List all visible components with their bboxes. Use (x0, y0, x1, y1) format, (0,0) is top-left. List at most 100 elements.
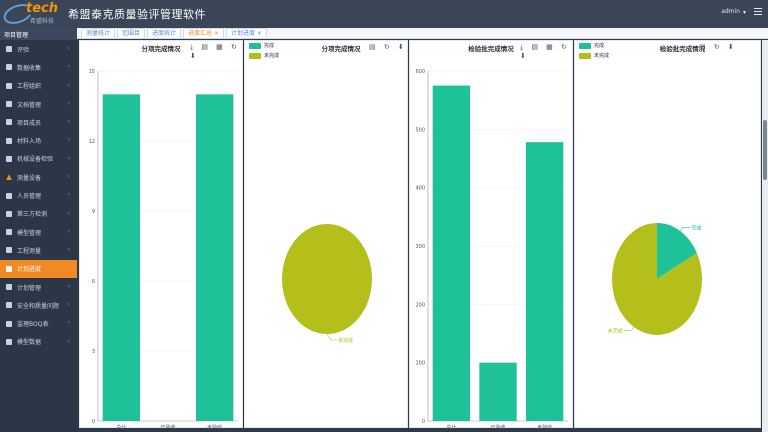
calendar-icon (6, 284, 12, 290)
hamburger-menu-icon[interactable] (754, 8, 762, 16)
logo: tech 希盟科技 (0, 0, 66, 28)
tab[interactable]: 进度统计 (147, 28, 182, 38)
y-tick-label: 300 (415, 244, 425, 250)
sidebar-item[interactable]: 工程组织 › (0, 77, 77, 95)
y-tick-label: 9 (92, 209, 95, 215)
sidebar-item-label: 工程组织 (17, 83, 42, 91)
warning-icon (6, 174, 12, 181)
sidebar-item[interactable]: 第三方检测 › (0, 205, 77, 223)
sidebar-item-label: 模型数据 (17, 339, 42, 347)
sidebar-list: 评验 › 数据收集 › 工程组织 › 文档管理 › 项目成员 › 材料入场 › 机械设备检验 › 测量设备 ›… (0, 40, 77, 351)
y-tick-label: 600 (415, 69, 425, 75)
chevron-right-icon: › (67, 227, 70, 235)
page-scrollbar-track[interactable] (762, 40, 768, 432)
app-title: 希盟泰克质量验评管理软件 (68, 8, 206, 21)
sidebar-item-label: 人员管理 (17, 193, 42, 201)
gear-icon (6, 64, 12, 71)
gear-icon (6, 265, 12, 272)
globe-icon (6, 210, 12, 217)
panel-pie-jianyanpi: 完成 未完成 检验批完成情况 ▤ ↻ ⬇ 完成 未完成 (574, 40, 761, 428)
sidebar-item-label: 数据收集 (17, 64, 42, 72)
sidebar-item[interactable]: 监理BOQ表 › (0, 314, 77, 332)
bar-chart-fenxiang: 0 3 6 9 12 15 总计 已验收 未验收 (89, 69, 238, 429)
user-caret-icon[interactable]: ▾ (743, 9, 746, 16)
sidebar-item-label: 评验 (17, 46, 30, 54)
tab[interactable]: 进度汇总 × (183, 28, 224, 38)
chevron-right-icon: › (67, 99, 70, 107)
sidebar-item-label: 材料入场 (17, 138, 42, 146)
tab[interactable]: 计划进度 × (226, 28, 267, 38)
sidebar-item-label: 安全和质量问题 (17, 302, 60, 310)
sidebar-item[interactable]: 计划进度 › (0, 259, 77, 278)
sidebar-item[interactable]: 模型数据 › (0, 333, 77, 351)
page-scrollbar-thumb[interactable] (763, 120, 767, 180)
y-tick-label: 0 (422, 419, 425, 425)
x-tick-label: 总计 (446, 424, 456, 429)
sidebar-item[interactable]: 材料入场 › (0, 131, 77, 149)
sidebar-item-label: 机械设备检验 (17, 156, 54, 164)
hierarchy-icon (6, 82, 12, 89)
gear-icon (6, 46, 12, 53)
pie-label-line (623, 326, 634, 331)
pie-label: 未完成 (608, 327, 623, 334)
sidebar-item[interactable]: 机械设备检验 › (0, 150, 77, 168)
panel-bar-jianyanpi: 检验批完成情况 ⤓ ▤ ▦ ↻ ⬇ 0 100 200 300 400 500 600 总计已… (409, 40, 573, 429)
app-root: tech 希盟科技 希盟泰克质量验评管理软件 admin ▾ 项目管理 评验 › 数… (0, 0, 768, 432)
x-tick-label: 总计 (116, 424, 126, 429)
bar-chart-jianyanpi: 0 100 200 300 400 500 600 总计 已验收 未验收 (415, 69, 568, 429)
tab-label: 范围目 (122, 30, 141, 37)
chevron-right-icon: › (67, 264, 70, 272)
bar (479, 362, 517, 421)
sidebar-item-label: 项目成员 (17, 119, 42, 127)
chevron-right-icon: › (67, 45, 70, 52)
sidebar-item-label: 第三方检测 (17, 211, 48, 219)
chevron-right-icon: › (67, 319, 70, 327)
sidebar-item[interactable]: 项目成员 › (0, 113, 77, 131)
panel-bar-fenxiang: 分项完成情况 ⤓ ▤ ▦ ↻ ⬇ 0 3 6 9 12 15 总计 已验收 未验收 (79, 40, 243, 429)
sidebar-item-label: 监理BOQ表 (17, 321, 49, 329)
pie-chart-fenxiang: 未完成 (282, 224, 372, 344)
box-icon (6, 137, 12, 144)
sidebar-item-label: 模型管理 (17, 229, 42, 237)
tab-label: 计划进度 (231, 30, 256, 37)
logo-brand: tech (26, 1, 58, 16)
sidebar-item[interactable]: 测量设备 › (0, 168, 77, 186)
sidebar-item[interactable]: 安全和质量问题 › (0, 296, 77, 314)
chevron-right-icon: › (67, 118, 70, 126)
sidebar-item[interactable]: 模型管理 › (0, 223, 77, 241)
document-icon (6, 101, 12, 108)
sidebar-item-label: 工程测量 (17, 247, 42, 255)
chevron-right-icon: › (67, 282, 70, 290)
chevron-right-icon: › (67, 154, 70, 162)
chevron-right-icon: › (67, 209, 70, 217)
sidebar-item[interactable]: 工程测量 › (0, 241, 77, 259)
sidebar-item-label: 计划管理 (17, 284, 42, 292)
x-tick-label: 未验收 (207, 424, 222, 429)
chevron-right-icon: › (67, 63, 70, 71)
bar (102, 94, 140, 422)
chevron-right-icon: › (67, 136, 70, 144)
sidebar-item[interactable]: 人员管理 › (0, 186, 77, 204)
tab-label: 进度汇总 (188, 30, 213, 37)
logo-subtitle: 希盟科技 (30, 18, 55, 25)
tab[interactable]: 范围目 (117, 28, 146, 38)
sidebar-item[interactable]: 计划管理 › (0, 278, 77, 296)
pie-label: 未完成 (338, 337, 353, 344)
user-name[interactable]: admin (721, 8, 740, 15)
chevron-right-icon: › (67, 81, 70, 89)
chevron-right-icon: › (67, 191, 70, 199)
chevron-right-icon: › (67, 301, 70, 309)
sidebar-item[interactable]: 评验 › (0, 40, 77, 58)
sidebar-item[interactable]: 文档管理 › (0, 95, 77, 113)
sidebar-item[interactable]: 数据收集 › (0, 58, 77, 76)
y-tick-label: 0 (92, 419, 95, 425)
y-tick-label: 3 (92, 349, 95, 355)
sidebar-item-label: 测量设备 (17, 174, 42, 182)
chart-icon (6, 247, 12, 254)
close-icon[interactable]: × (255, 30, 262, 37)
pie-label-line (680, 227, 691, 232)
tab[interactable]: 测量统计 (81, 28, 116, 38)
tab-bar: 测量统计 范围目 进度统计 进度汇总 × 计划进度 × (77, 28, 768, 39)
y-tick-label: 15 (89, 69, 95, 75)
close-icon[interactable]: × (212, 30, 219, 37)
